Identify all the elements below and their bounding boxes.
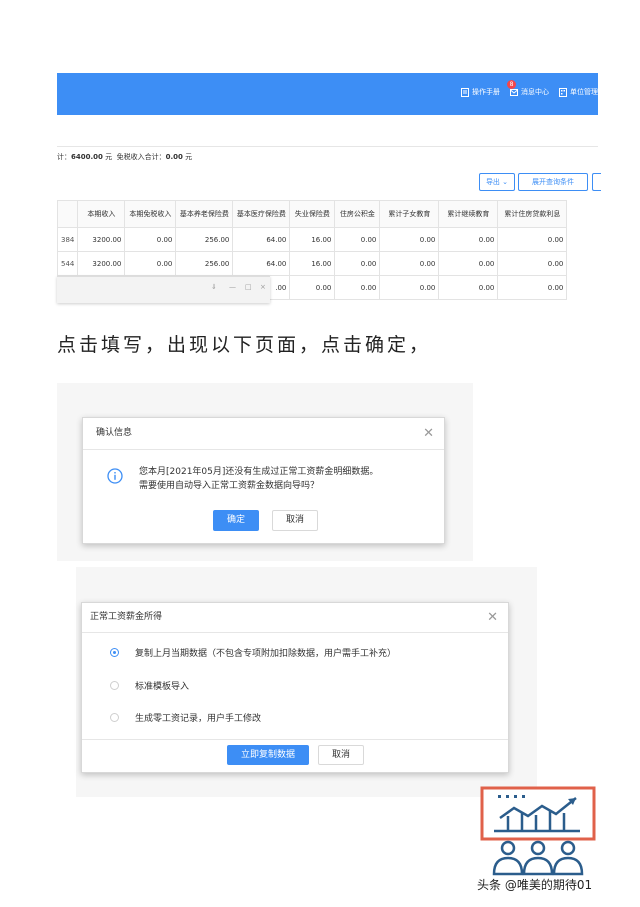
table-header-row: 本期收入 本期免税收入 基本养老保险费 基本医疗保险费 失业保险费 住房公积金 … <box>57 200 568 228</box>
dialog-title: 确认信息 <box>96 428 133 438</box>
column-header: 住房公积金 <box>334 200 381 228</box>
close-icon[interactable]: × <box>260 283 266 291</box>
more-button[interactable] <box>592 173 601 191</box>
column-header: 基本养老保险费 <box>175 200 234 228</box>
book-icon <box>461 87 469 97</box>
exempt-label: 免税收入合计： <box>116 153 166 161</box>
table-cell: 16.00 <box>289 251 336 276</box>
table-cell: 0.00 <box>334 227 381 252</box>
table-cell: 0.00 <box>497 251 568 276</box>
app-header: 操作手册 8 消息中心 单位管理 <box>57 73 598 115</box>
copy-data-button[interactable]: 立即复制数据 <box>227 745 309 765</box>
floating-window-bar: ⇓ — □ × <box>57 276 270 303</box>
table-cell: 64.00 <box>232 251 291 276</box>
column-header: 累计继续教育 <box>438 200 499 228</box>
table-cell: 0.00 <box>379 227 440 252</box>
info-icon <box>107 468 123 484</box>
total-value: 6400.00 <box>71 153 103 161</box>
nav-label: 消息中心 <box>521 88 549 96</box>
table-cell: 256.00 <box>175 227 234 252</box>
radio-label: 复制上月当期数据（不包含专项附加扣除数据，用户需手工补充） <box>135 649 397 659</box>
table-cell: 0.00 <box>379 275 440 300</box>
table-cell: 0.00 <box>497 227 568 252</box>
nav-label: 单位管理 <box>570 88 598 96</box>
instruction-caption: 点击填写，出现以下页面，点击确定， <box>57 334 432 356</box>
table-cell: 64.00 <box>232 227 291 252</box>
chart-growth-logo-icon <box>480 786 596 876</box>
salary-income-dialog: 正常工资薪金所得 ✕ 复制上月当期数据（不包含专项附加扣除数据，用户需手工补充）… <box>81 602 509 773</box>
table-cell: 256.00 <box>175 251 234 276</box>
nav-unit-management[interactable]: 单位管理 <box>559 87 598 97</box>
column-header: 本期收入 <box>77 200 126 228</box>
radio-button[interactable] <box>110 648 119 657</box>
dialog-message: 您本月[2021年05月]还没有生成过正常工资薪金明细数据。 需要使用自动导入正… <box>139 465 378 493</box>
radio-option-copy-last-month[interactable]: 复制上月当期数据（不包含专项附加扣除数据，用户需手工补充） <box>110 646 396 659</box>
export-label: 导出 <box>485 178 500 186</box>
radio-label: 标准模板导入 <box>135 682 190 692</box>
nav-label: 操作手册 <box>472 88 500 96</box>
nav-messages[interactable]: 8 消息中心 <box>507 80 549 97</box>
cancel-button[interactable]: 取消 <box>318 745 364 765</box>
table-cell: 0.00 <box>124 227 177 252</box>
dialog-header: 正常工资薪金所得 ✕ <box>82 603 508 633</box>
table-cell: 16.00 <box>289 227 336 252</box>
divider <box>57 146 598 147</box>
expand-filter-button[interactable]: 展开查询条件 <box>518 173 588 191</box>
total-unit: 元 <box>105 153 113 161</box>
divider <box>82 739 508 740</box>
column-header: 累计住房贷款利息 <box>497 200 568 228</box>
close-icon[interactable]: ✕ <box>423 418 434 449</box>
confirm-dialog: 确认信息 ✕ 您本月[2021年05月]还没有生成过正常工资薪金明细数据。 需要… <box>82 417 445 544</box>
table-cell: 0.00 <box>289 275 336 300</box>
column-header <box>57 200 79 228</box>
table-cell: 0.00 <box>334 251 381 276</box>
chevron-down-icon: ⌄ <box>502 178 509 186</box>
cancel-button[interactable]: 取消 <box>272 510 318 531</box>
table-cell: 3200.00 <box>77 251 126 276</box>
table-cell: 0.00 <box>438 227 499 252</box>
column-header: 累计子女教育 <box>379 200 440 228</box>
radio-button[interactable] <box>110 713 119 722</box>
message-badge: 8 <box>507 80 516 89</box>
maximize-icon[interactable]: □ <box>245 283 252 291</box>
watermark: 头条 @唯美的期待01 <box>477 878 593 892</box>
table-cell: 3200.00 <box>77 227 126 252</box>
radio-label: 生成零工资记录，用户手工修改 <box>135 714 262 724</box>
dialog-header: 确认信息 ✕ <box>83 418 444 450</box>
table-row[interactable]: 384 3200.00 0.00 256.00 64.00 16.00 0.00… <box>57 227 568 252</box>
radio-option-template-import[interactable]: 标准模板导入 <box>110 679 189 692</box>
total-prefix: 计： <box>57 153 71 161</box>
table-cell: 544 <box>57 251 79 276</box>
table-cell: 0.00 <box>497 275 568 300</box>
column-header: 本期免税收入 <box>124 200 177 228</box>
table-row[interactable]: 544 3200.00 0.00 256.00 64.00 16.00 0.00… <box>57 251 568 276</box>
column-header: 基本医疗保险费 <box>232 200 291 228</box>
export-button[interactable]: 导出 ⌄ <box>479 173 515 191</box>
exempt-value: 0.00 <box>165 153 183 161</box>
confirm-button[interactable]: 确定 <box>213 510 259 531</box>
close-icon[interactable]: ✕ <box>487 603 498 632</box>
exempt-unit: 元 <box>185 153 193 161</box>
table-cell: 0.00 <box>124 251 177 276</box>
table-cell: 0.00 <box>334 275 381 300</box>
table-cell: 0.00 <box>438 275 499 300</box>
header-nav: 操作手册 8 消息中心 单位管理 <box>461 80 598 97</box>
pin-icon[interactable]: ⇓ <box>211 283 217 291</box>
table-cell: 0.00 <box>379 251 440 276</box>
radio-button[interactable] <box>110 681 119 690</box>
table-cell: 384 <box>57 227 79 252</box>
minimize-icon[interactable]: — <box>229 283 236 291</box>
radio-option-zero-salary[interactable]: 生成零工资记录，用户手工修改 <box>110 711 261 724</box>
table-cell: 0.00 <box>438 251 499 276</box>
message-line: 您本月[2021年05月]还没有生成过正常工资薪金明细数据。 <box>139 467 379 477</box>
message-line: 需要使用自动导入正常工资薪金数据向导吗？ <box>139 481 320 491</box>
nav-manual[interactable]: 操作手册 <box>461 87 500 97</box>
income-summary: 计：6400.00 元 免税收入合计：0.00 元 <box>57 152 192 162</box>
building-icon <box>559 87 567 97</box>
dialog-title: 正常工资薪金所得 <box>90 612 163 622</box>
column-header: 失业保险费 <box>289 200 336 228</box>
